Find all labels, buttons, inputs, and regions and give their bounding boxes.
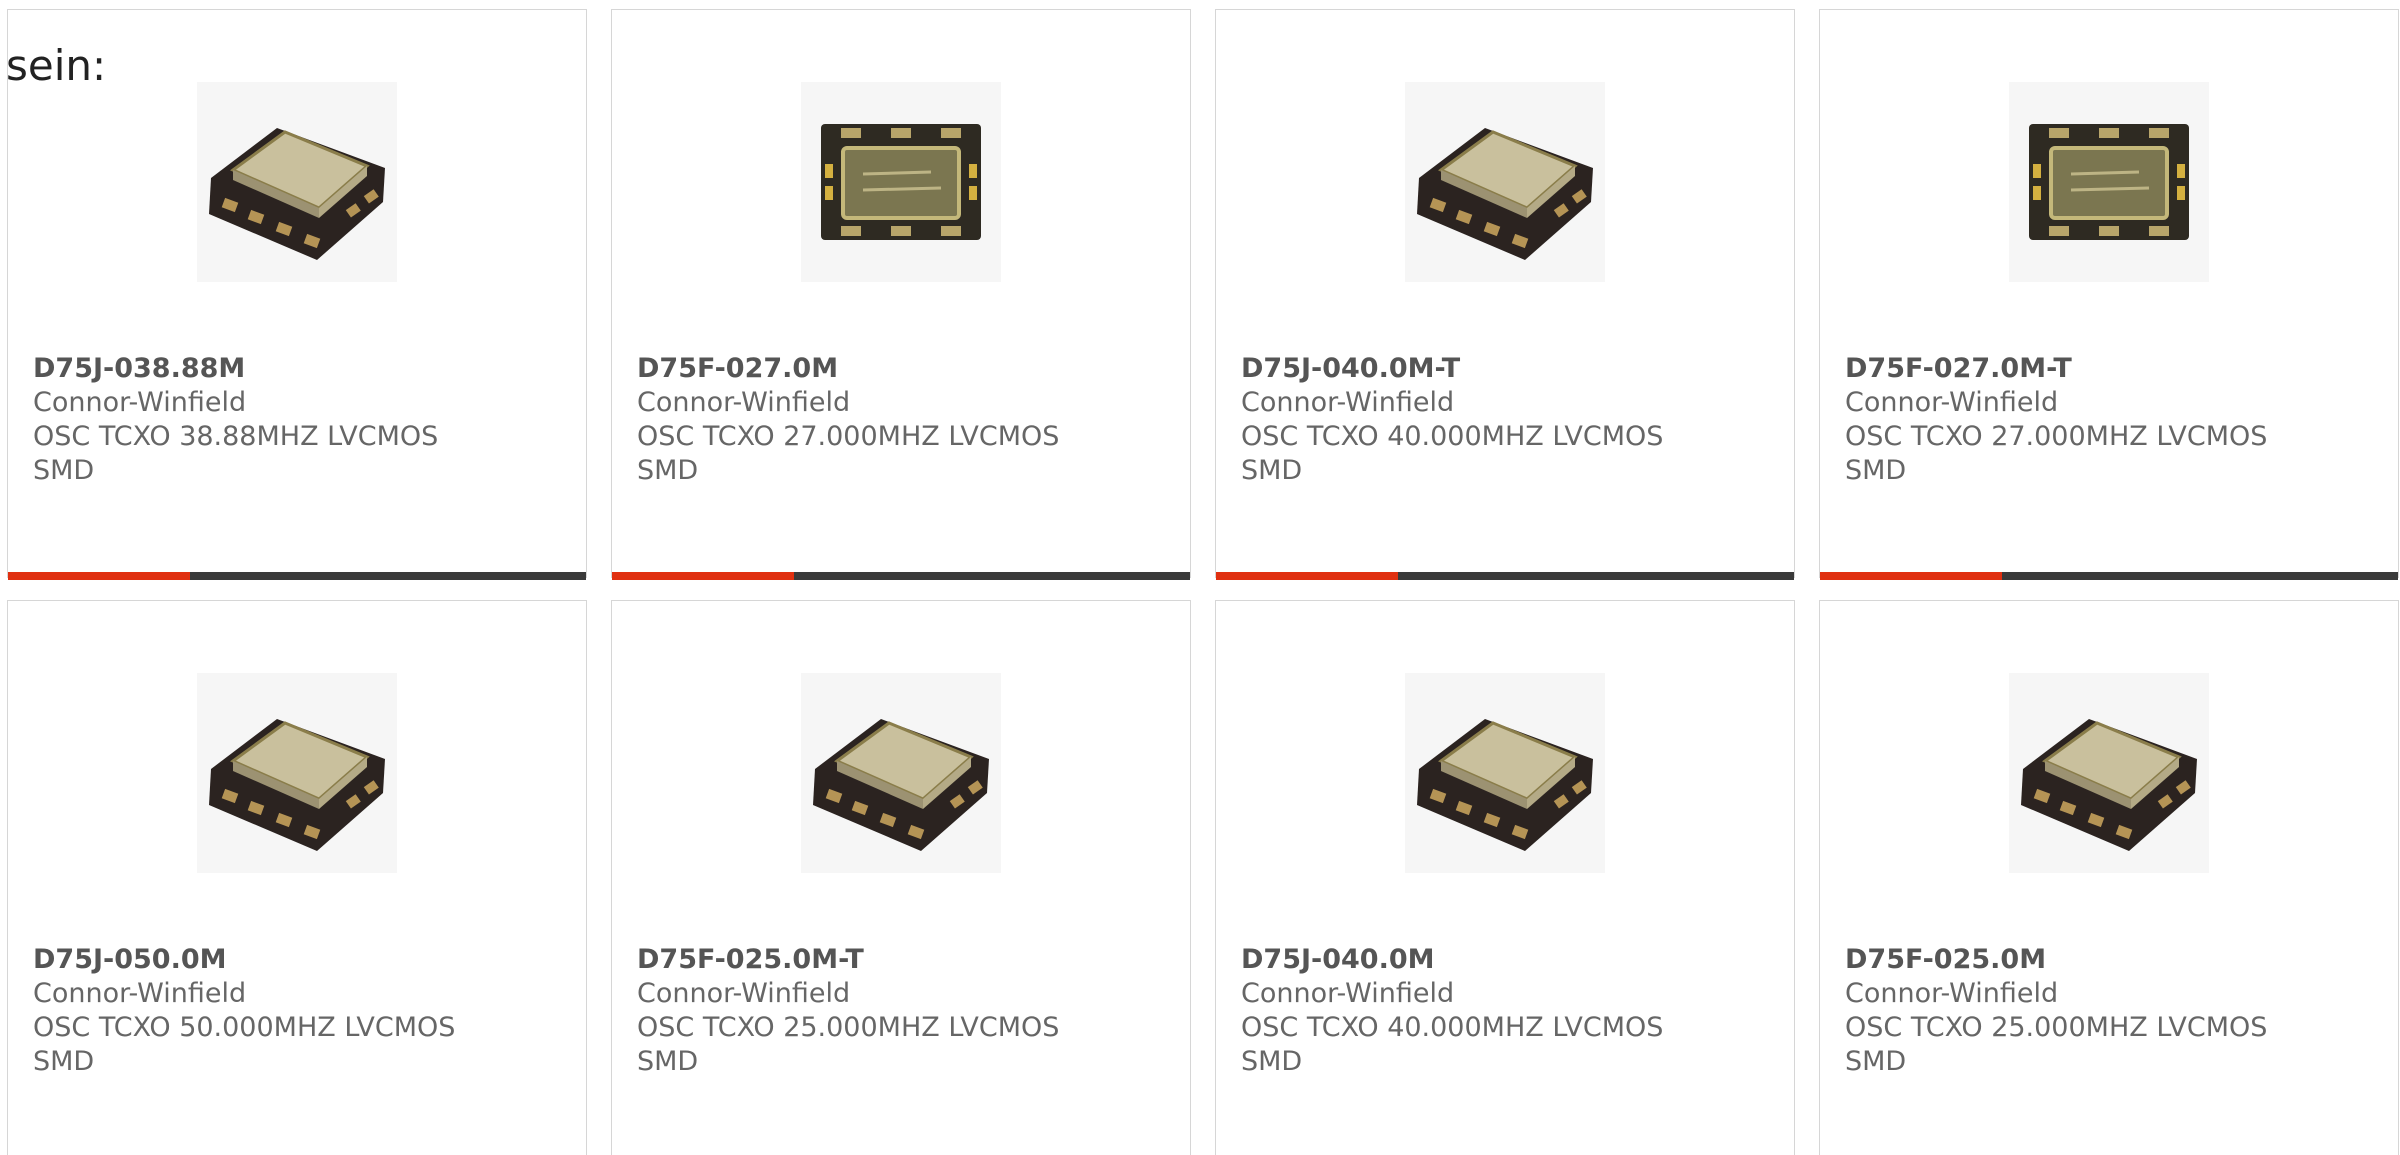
part-number-link[interactable]: D75F-025.0M-T bbox=[637, 943, 1157, 977]
product-info: D75J-040.0M-T Connor-Winfield OSC TCXO 4… bbox=[1241, 352, 1761, 488]
card-bottom-bar bbox=[1216, 572, 1794, 580]
tcxo-angled-icon bbox=[197, 673, 397, 873]
product-image[interactable] bbox=[197, 82, 397, 282]
manufacturer: Connor-Winfield bbox=[637, 387, 851, 418]
product-info: D75F-025.0M Connor-Winfield OSC TCXO 25.… bbox=[1845, 943, 2365, 1079]
package-type: SMD bbox=[1845, 1046, 1907, 1077]
product-grid: D75J-038.88M Connor-Winfield OSC TCXO 38… bbox=[7, 9, 2400, 1155]
part-number-link[interactable]: D75J-038.88M bbox=[33, 352, 553, 386]
card-bottom-bar bbox=[1820, 572, 2398, 580]
product-image[interactable] bbox=[801, 82, 1001, 282]
manufacturer: Connor-Winfield bbox=[33, 978, 247, 1009]
product-info: D75F-025.0M-T Connor-Winfield OSC TCXO 2… bbox=[637, 943, 1157, 1079]
package-type: SMD bbox=[33, 455, 95, 486]
product-card[interactable]: D75J-040.0M-T Connor-Winfield OSC TCXO 4… bbox=[1215, 9, 1795, 580]
product-card[interactable]: D75F-027.0M Connor-Winfield OSC TCXO 27.… bbox=[611, 9, 1191, 580]
manufacturer: Connor-Winfield bbox=[637, 978, 851, 1009]
part-number-link[interactable]: D75J-050.0M bbox=[33, 943, 553, 977]
accent-stripe bbox=[1216, 572, 1398, 580]
tcxo-angled-icon bbox=[197, 82, 397, 282]
product-card[interactable]: D75F-025.0M Connor-Winfield OSC TCXO 25.… bbox=[1819, 600, 2399, 1155]
product-description: OSC TCXO 27.000MHZ LVCMOS bbox=[637, 421, 1060, 452]
product-description: OSC TCXO 40.000MHZ LVCMOS bbox=[1241, 421, 1664, 452]
manufacturer: Connor-Winfield bbox=[1845, 978, 2059, 1009]
product-description: OSC TCXO 25.000MHZ LVCMOS bbox=[1845, 1012, 2268, 1043]
package-type: SMD bbox=[637, 455, 699, 486]
accent-stripe bbox=[1820, 572, 2002, 580]
product-results-page: sein: D75J-038.88M Connor-Winfield OSC T… bbox=[0, 0, 2400, 1155]
package-type: SMD bbox=[1845, 455, 1907, 486]
manufacturer: Connor-Winfield bbox=[33, 387, 247, 418]
card-bottom-bar bbox=[612, 572, 1190, 580]
product-image[interactable] bbox=[197, 673, 397, 873]
accent-stripe bbox=[612, 572, 794, 580]
manufacturer: Connor-Winfield bbox=[1241, 387, 1455, 418]
product-image[interactable] bbox=[2009, 82, 2209, 282]
product-description: OSC TCXO 27.000MHZ LVCMOS bbox=[1845, 421, 2268, 452]
part-number-link[interactable]: D75J-040.0M-T bbox=[1241, 352, 1761, 386]
manufacturer: Connor-Winfield bbox=[1241, 978, 1455, 1009]
package-type: SMD bbox=[637, 1046, 699, 1077]
manufacturer: Connor-Winfield bbox=[1845, 387, 2059, 418]
product-description: OSC TCXO 40.000MHZ LVCMOS bbox=[1241, 1012, 1664, 1043]
product-image[interactable] bbox=[1405, 673, 1605, 873]
product-info: D75F-027.0M Connor-Winfield OSC TCXO 27.… bbox=[637, 352, 1157, 488]
product-description: OSC TCXO 25.000MHZ LVCMOS bbox=[637, 1012, 1060, 1043]
product-info: D75J-050.0M Connor-Winfield OSC TCXO 50.… bbox=[33, 943, 553, 1079]
part-number-link[interactable]: D75F-027.0M-T bbox=[1845, 352, 2365, 386]
tcxo-angled-icon bbox=[801, 673, 1001, 873]
package-type: SMD bbox=[1241, 455, 1303, 486]
part-number-link[interactable]: D75F-027.0M bbox=[637, 352, 1157, 386]
tcxo-angled-icon bbox=[1405, 673, 1605, 873]
product-image[interactable] bbox=[801, 673, 1001, 873]
product-card[interactable]: D75F-027.0M-T Connor-Winfield OSC TCXO 2… bbox=[1819, 9, 2399, 580]
tcxo-angled-icon bbox=[2009, 673, 2209, 873]
package-type: SMD bbox=[33, 1046, 95, 1077]
intro-text: sein: bbox=[6, 41, 107, 90]
part-number-link[interactable]: D75F-025.0M bbox=[1845, 943, 2365, 977]
tcxo-top-icon bbox=[801, 82, 1001, 282]
product-card[interactable]: D75J-040.0M Connor-Winfield OSC TCXO 40.… bbox=[1215, 600, 1795, 1155]
package-type: SMD bbox=[1241, 1046, 1303, 1077]
product-image[interactable] bbox=[1405, 82, 1605, 282]
product-description: OSC TCXO 38.88MHZ LVCMOS bbox=[33, 421, 439, 452]
accent-stripe bbox=[8, 572, 190, 580]
product-card[interactable]: D75J-050.0M Connor-Winfield OSC TCXO 50.… bbox=[7, 600, 587, 1155]
product-info: D75J-040.0M Connor-Winfield OSC TCXO 40.… bbox=[1241, 943, 1761, 1079]
product-info: D75J-038.88M Connor-Winfield OSC TCXO 38… bbox=[33, 352, 553, 488]
tcxo-top-icon bbox=[2009, 82, 2209, 282]
product-description: OSC TCXO 50.000MHZ LVCMOS bbox=[33, 1012, 456, 1043]
product-info: D75F-027.0M-T Connor-Winfield OSC TCXO 2… bbox=[1845, 352, 2365, 488]
product-card[interactable]: D75F-025.0M-T Connor-Winfield OSC TCXO 2… bbox=[611, 600, 1191, 1155]
card-bottom-bar bbox=[8, 572, 586, 580]
product-image[interactable] bbox=[2009, 673, 2209, 873]
tcxo-angled-icon bbox=[1405, 82, 1605, 282]
part-number-link[interactable]: D75J-040.0M bbox=[1241, 943, 1761, 977]
